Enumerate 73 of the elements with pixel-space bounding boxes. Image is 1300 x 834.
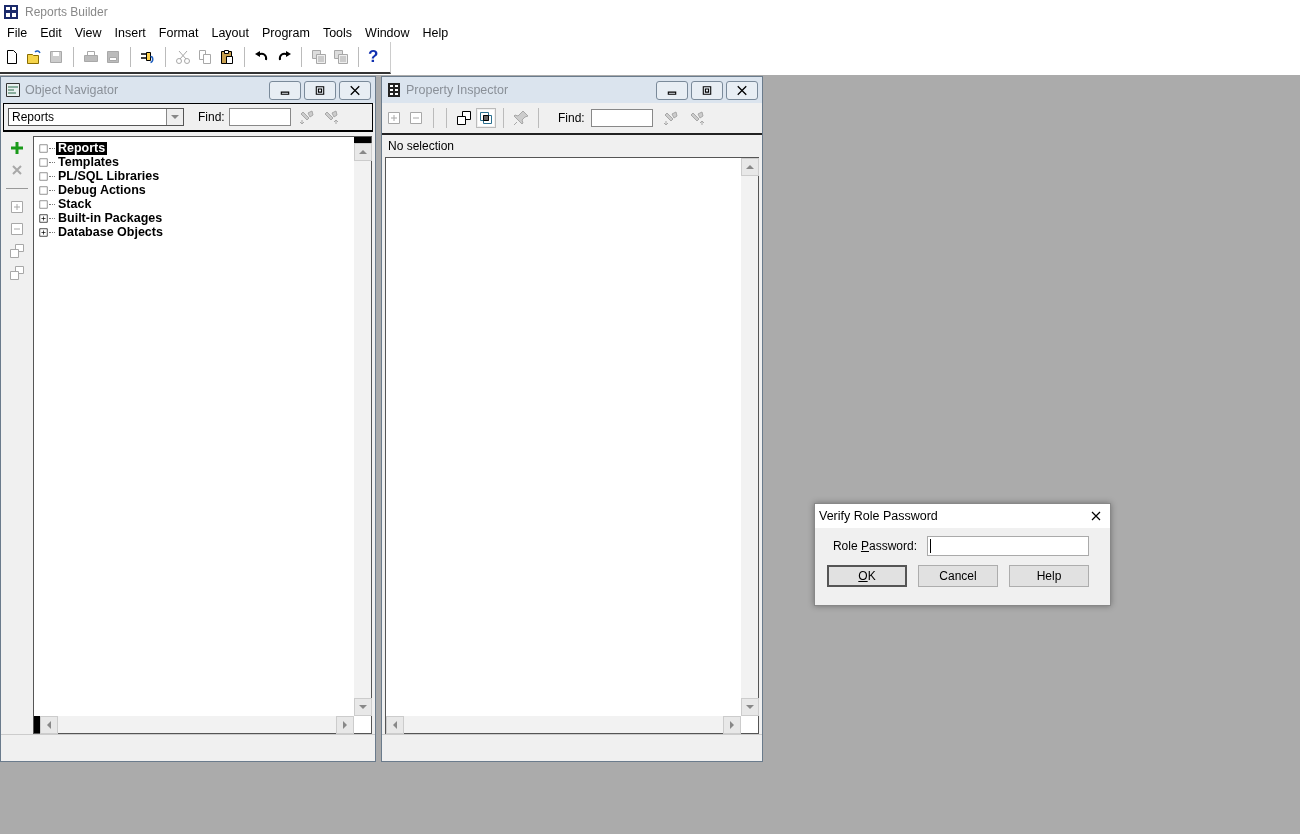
tree-item[interactable]: PL/SQL Libraries <box>56 169 162 183</box>
password-field[interactable] <box>927 536 1089 556</box>
scroll-left-icon[interactable] <box>386 716 404 734</box>
window-title: Object Navigator <box>25 83 120 97</box>
window-title: Property Inspector <box>406 83 510 97</box>
scroll-down-icon[interactable] <box>741 698 759 716</box>
tree-item[interactable]: Database Objects <box>56 225 165 239</box>
plus-icon[interactable] <box>9 140 25 156</box>
overlapping-squares-icon[interactable] <box>478 110 494 126</box>
tree-item[interactable]: Reports <box>56 141 108 155</box>
tree-item[interactable]: Stack <box>56 197 94 211</box>
clipboard-icon[interactable] <box>219 49 235 65</box>
dialog-button[interactable]: Help <box>1009 565 1089 587</box>
horizontal-scrollbar[interactable] <box>386 716 741 733</box>
plug-icon[interactable] <box>140 49 156 65</box>
scroll-position-marker <box>354 137 371 143</box>
scroll-down-icon[interactable] <box>354 698 372 716</box>
find-next-icon[interactable] <box>662 110 679 126</box>
field-label: Role Password: <box>832 539 917 553</box>
menu-item[interactable]: Edit <box>33 25 68 40</box>
find-previous-icon[interactable] <box>688 110 705 126</box>
menu-item[interactable]: Layout <box>204 25 255 40</box>
menu-item[interactable]: Program <box>254 25 316 40</box>
close-button[interactable] <box>339 80 371 100</box>
vertical-scrollbar[interactable] <box>354 137 371 716</box>
scroll-up-icon[interactable] <box>741 158 759 176</box>
dialog-button[interactable]: OK <box>827 565 907 587</box>
empty-box-icon[interactable] <box>38 184 49 196</box>
find-field[interactable] <box>590 109 653 127</box>
open-folder-icon[interactable] <box>26 49 42 65</box>
scroll-position-marker <box>34 716 40 733</box>
scroll-left-icon[interactable] <box>40 716 58 734</box>
minimize-button[interactable] <box>269 80 301 100</box>
menu-item[interactable]: Window <box>358 25 416 40</box>
empty-box-icon[interactable] <box>38 156 49 168</box>
horizontal-scrollbar[interactable] <box>34 716 354 733</box>
minimize-button[interactable] <box>656 80 688 100</box>
menu-item[interactable]: Tools <box>315 25 359 40</box>
tree-item[interactable]: Built-in Packages <box>56 211 165 225</box>
scroll-right-icon[interactable] <box>723 716 741 734</box>
find-next-icon[interactable] <box>298 109 315 125</box>
menu-item[interactable]: File <box>0 25 34 40</box>
help-icon[interactable]: ? <box>368 48 379 66</box>
find-previous-icon[interactable] <box>322 109 339 125</box>
dialog-title: Verify Role Password <box>819 509 938 523</box>
app-icon <box>3 3 19 20</box>
menu-item[interactable]: Insert <box>107 25 152 40</box>
menu-item[interactable]: Help <box>415 25 455 40</box>
find-label: Find: <box>558 111 585 125</box>
dialog-button[interactable]: Cancel <box>918 565 998 587</box>
scroll-right-icon[interactable] <box>336 716 354 734</box>
find-label: Find: <box>198 110 225 124</box>
find-field[interactable] <box>228 108 291 126</box>
inspector-icon <box>386 82 402 98</box>
menu-item[interactable]: View <box>67 25 108 40</box>
navigator-icon <box>5 82 21 98</box>
expand-box-icon[interactable] <box>38 226 49 238</box>
expand-box-icon[interactable] <box>38 212 49 224</box>
view-dropdown[interactable]: Reports <box>8 108 184 126</box>
new-page-icon[interactable] <box>4 49 20 65</box>
overlapping-squares-icon[interactable] <box>456 110 472 126</box>
close-button[interactable] <box>726 80 758 100</box>
tree-item[interactable]: Debug Actions <box>56 183 148 197</box>
scroll-up-icon[interactable] <box>354 143 372 161</box>
restore-button[interactable] <box>304 80 336 100</box>
menu-item[interactable]: Format <box>151 25 205 40</box>
tree-item[interactable]: Templates <box>56 155 121 169</box>
window-title: Reports Builder <box>25 4 108 19</box>
vertical-scrollbar[interactable] <box>741 158 758 716</box>
empty-box-icon[interactable] <box>38 170 49 182</box>
selection-status: No selection <box>388 139 455 153</box>
restore-button[interactable] <box>691 80 723 100</box>
empty-box-icon[interactable] <box>38 142 49 154</box>
